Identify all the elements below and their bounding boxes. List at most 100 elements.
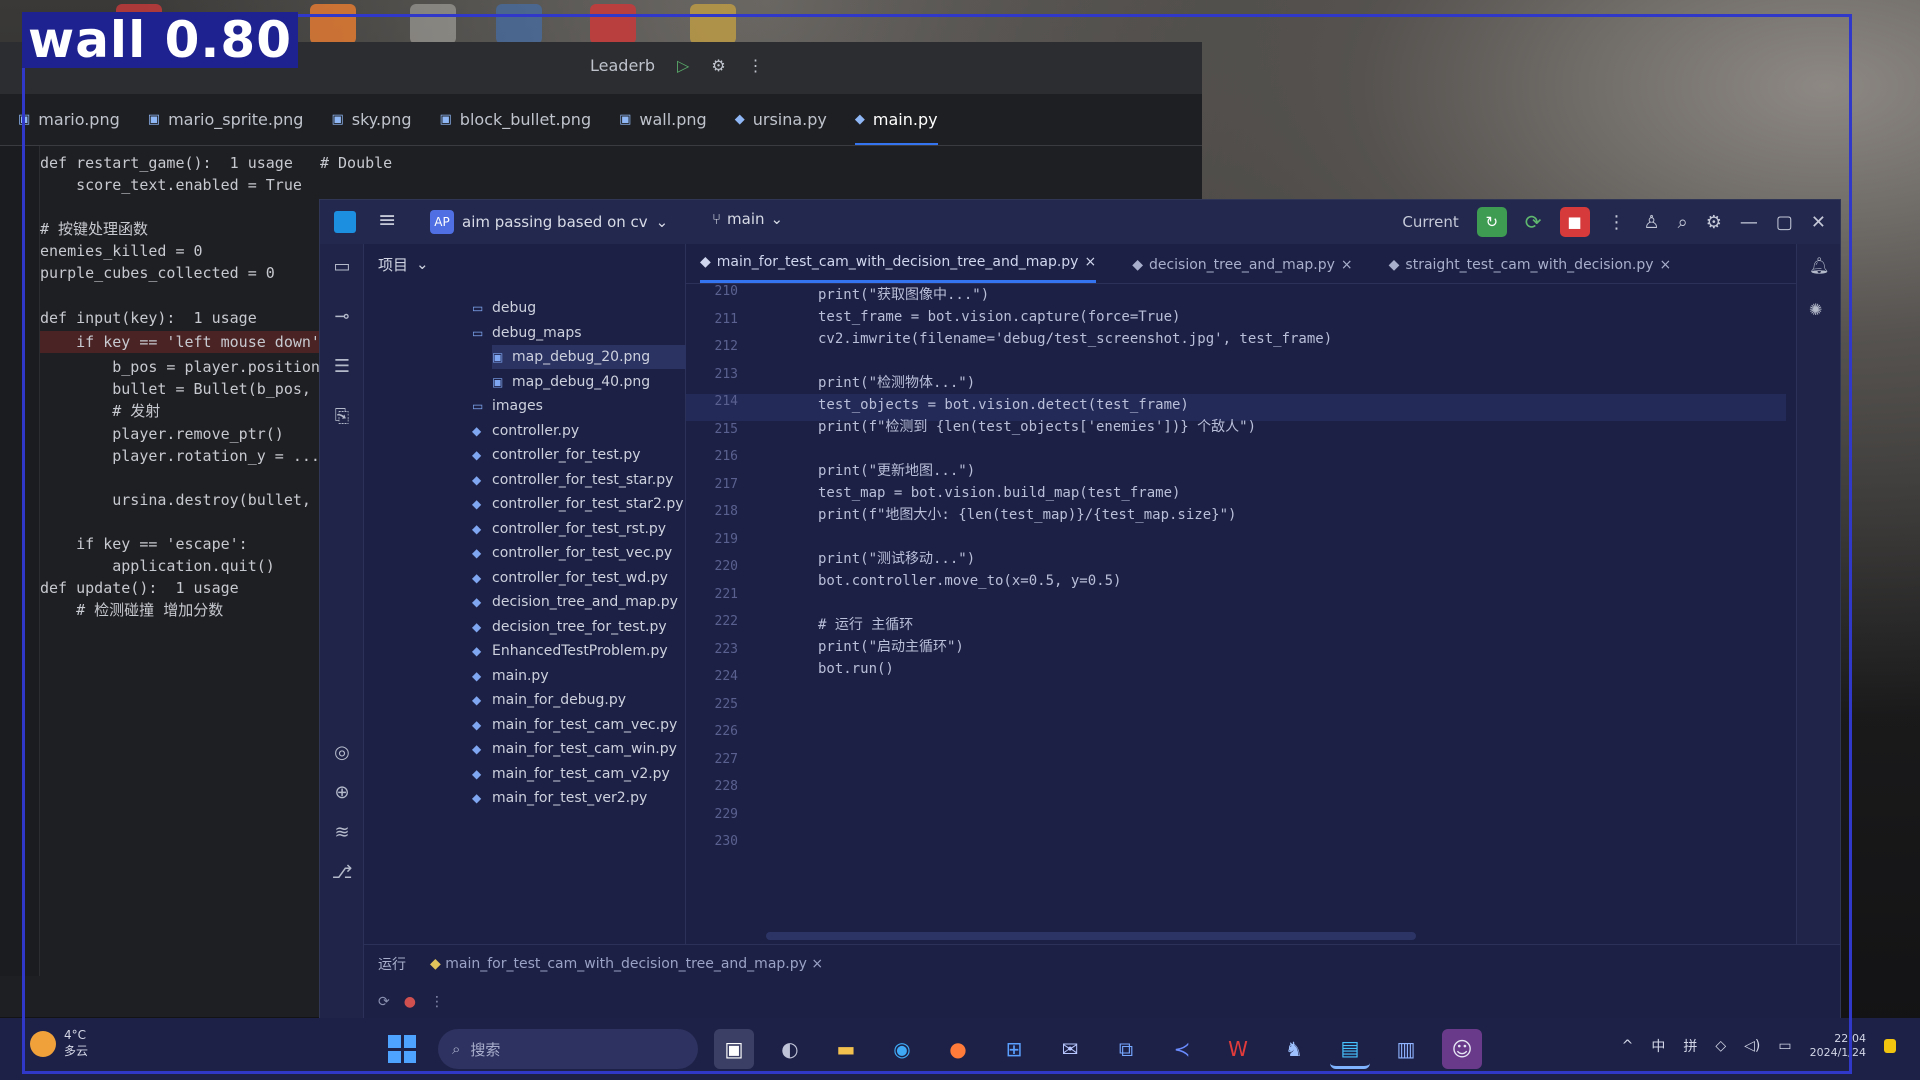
close-icon[interactable]: × [1084,254,1096,270]
close-icon[interactable]: × [1341,257,1353,273]
bookmarks-tool-icon[interactable]: ⎘ [330,406,354,430]
project-switcher[interactable]: AP aim passing based on cv ⌄ [430,210,668,234]
account-icon[interactable]: ♙ [1644,212,1660,233]
network-icon[interactable]: ◇ [1715,1038,1726,1054]
vs-code-icon[interactable]: ≺ [1162,1029,1202,1069]
git-tool-icon[interactable]: ⎇ [330,862,354,886]
system-tray: ^ 中 拼 ◇ ◁) ▭ 22:04 2024/1/24 [1622,1032,1896,1060]
desktop-icon-white[interactable] [410,4,456,44]
volume-icon[interactable]: ◁) [1744,1038,1760,1054]
back-more-icon[interactable]: ⋮ [748,56,764,75]
editor-tab[interactable]: ◆ main_for_test_cam_with_decision_tree_an… [700,254,1097,283]
desktop-icon-folder[interactable] [690,4,736,44]
back-run-config[interactable]: Leaderb [590,56,655,75]
run-button[interactable]: ↻ [1476,207,1507,237]
taskbar-center: ⌕ 搜索 ▣ ◐ ▬ ◉ ● ⊞ ✉ ⧉ ≺ W ♞ ▤ ▥ ☺ [382,1029,1482,1069]
notification-icon[interactable] [1884,1039,1896,1053]
tree-item-label: controller_for_test_rst.py [492,520,667,537]
stop-icon[interactable]: ● [404,994,416,1010]
widgets-icon[interactable]: ◐ [770,1029,810,1069]
close-icon[interactable]: × [1660,257,1672,273]
back-tab[interactable]: ▣ block_bullet.png [440,110,592,129]
run-tab[interactable]: ◆ main_for_test_cam_with_decision_tree_a… [430,956,823,972]
back-debug-icon[interactable]: ⚙ [711,56,725,75]
steam-icon[interactable]: ♞ [1274,1029,1314,1069]
back-tab[interactable]: ▣ mario_sprite.png [148,110,304,129]
back-tab[interactable]: ◆ ursina.py [735,110,827,129]
tree-item-label: map_debug_40.png [512,373,651,390]
hamburger-menu-icon[interactable]: ≡ [378,208,396,233]
python-file-icon: ◆ [472,717,482,732]
run-config-selector[interactable]: Current [1402,213,1458,231]
rerun-icon[interactable]: ⟳ [378,994,390,1010]
pycharm-taskbar-icon[interactable]: ▤ [1330,1029,1370,1069]
search-icon[interactable]: ⌕ [1678,212,1688,233]
app-icon-avatar[interactable]: ☺ [1442,1029,1482,1069]
commit-tool-icon[interactable]: ⊸ [330,306,354,330]
desktop-icon-wps[interactable] [590,4,636,44]
file-explorer-icon[interactable]: ▬ [826,1029,866,1069]
input-mode-label[interactable]: 拼 [1683,1036,1697,1056]
back-tab[interactable]: ▣ wall.png [619,110,707,129]
firefox-icon[interactable]: ● [938,1029,978,1069]
stop-button[interactable]: ■ [1559,207,1590,237]
back-code-line: def restart_game(): 1 usage # Double [40,154,393,172]
remote-desktop-icon[interactable]: ⧉ [1106,1029,1146,1069]
python-file-icon: ◆ [700,254,711,270]
python-packages-icon[interactable]: ◎ [330,742,354,766]
close-icon[interactable]: × [811,956,823,972]
maximize-icon[interactable]: ▢ [1776,212,1793,233]
horizontal-scrollbar[interactable] [766,932,1416,940]
branch-switcher[interactable]: ⑂ main ⌄ [712,210,783,228]
code-editor[interactable]: ◆ main_for_test_cam_with_decision_tree_an… [686,244,1796,944]
edge-browser-icon[interactable]: ◉ [882,1029,922,1069]
windows-start-icon[interactable] [382,1029,422,1069]
editor-tab[interactable]: ◆ decision_tree_and_map.py × [1132,257,1352,283]
settings-gear-icon[interactable]: ⚙ [1706,212,1722,233]
weather-widget[interactable]: 4°C 多云 [30,1028,88,1059]
editor-tab-label: decision_tree_and_map.py [1148,257,1335,273]
battery-icon[interactable]: ▭ [1778,1038,1791,1054]
tree-item-label: EnhancedTestProblem.py [492,643,668,659]
taskbar-clock[interactable]: 22:04 2024/1/24 [1810,1032,1866,1060]
project-tool-icon[interactable]: ▭ [330,256,354,280]
taskbar-search[interactable]: ⌕ 搜索 [438,1029,698,1069]
python-console-icon[interactable]: ⊕ [330,782,354,806]
app-icon-chart[interactable]: ▥ [1386,1029,1426,1069]
close-icon[interactable]: ✕ [1811,212,1826,233]
weather-temp: 4°C [64,1028,87,1042]
layers-tool-icon[interactable]: ≋ [330,822,354,846]
store-icon[interactable]: ⊞ [994,1029,1034,1069]
ai-assistant-icon[interactable]: ✺ [1809,300,1822,319]
notifications-icon[interactable]: 🔔︎ [1809,256,1829,275]
more-icon[interactable]: ⋮ [430,994,444,1010]
input-method-label[interactable]: 中 [1651,1036,1665,1056]
right-tool-strip: 🔔︎ ✺ [1796,244,1840,1020]
back-run-icon[interactable]: ▷ [677,56,689,75]
tree-item-label: main_for_debug.py [492,692,626,708]
back-tab[interactable]: ◆ main.py [854,110,938,145]
desktop-icon-orange[interactable] [310,4,356,44]
image-file-icon: ▣ [492,350,504,364]
wps-icon[interactable]: W [1218,1029,1258,1069]
run-panel-label[interactable]: 运行 [378,954,406,974]
python-file-icon: ◆ [472,595,482,609]
chat-app-icon[interactable]: ✉ [1050,1029,1090,1069]
desktop-icon-blue[interactable] [496,4,542,44]
structure-tool-icon[interactable]: ☰ [330,356,354,380]
project-panel-header[interactable]: 项目 ⌄ [364,244,685,284]
tray-overflow-icon[interactable]: ^ [1622,1038,1634,1054]
run-tab-label: main_for_test_cam_with_decision_tree_and… [445,956,807,972]
python-file-icon: ◆ [472,742,482,756]
minimize-icon[interactable]: — [1740,212,1758,233]
back-tab[interactable]: ▣ mario.png [18,110,120,129]
code-text[interactable]: print("获取图像中...") test_frame = bot.vision… [818,284,1332,680]
more-icon[interactable]: ⋮ [1608,212,1626,233]
editor-tab[interactable]: ◆ straight_test_cam_with_decision.py × [1389,257,1672,283]
task-view-icon[interactable]: ▣ [714,1029,754,1069]
vertical-scrollbar[interactable] [1782,284,1796,924]
back-tab[interactable]: ▣ sky.png [331,110,411,129]
project-name: aim passing based on cv [462,213,648,231]
rerun-icon[interactable]: ⟳ [1525,210,1542,234]
front-ide-window[interactable]: ≡ AP aim passing based on cv ⌄ ⑂ main ⌄ … [320,200,1840,1020]
